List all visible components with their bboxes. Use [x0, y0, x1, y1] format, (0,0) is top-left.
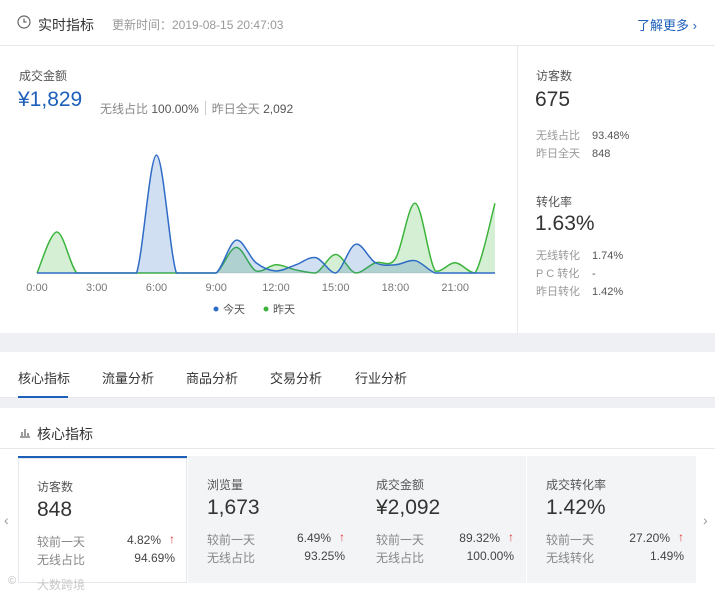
tab-product-analysis[interactable]: 商品分析	[186, 368, 238, 387]
metric-label: 访客数	[37, 480, 74, 494]
metric-card-sales[interactable]: 成交金额 ¥2,092 较前一天 89.32% ↑ 无线占比 100.00%	[357, 456, 526, 583]
learn-more-link[interactable]: 了解更多 ›	[637, 15, 697, 34]
conversion-row: P C 转化 -	[536, 268, 596, 280]
metric-value: 848	[37, 498, 73, 521]
sales-label: 成交金额	[19, 69, 68, 83]
legend-label: 今天	[223, 302, 245, 316]
legend-dot	[263, 306, 269, 312]
realtime-title: 实时指标	[38, 17, 94, 33]
yesterday-total-value: 2,092	[263, 102, 294, 116]
chevron-left-icon[interactable]: ‹	[4, 512, 9, 528]
visitors-row: 无线占比 93.48%	[536, 130, 630, 142]
x-tick-label: 15:00	[322, 282, 350, 294]
metric-card-visitors[interactable]: 访客数 848 较前一天 4.82% ↑ 无线占比 94.69%	[18, 456, 187, 583]
arrow-up-icon: ↑	[339, 530, 345, 544]
x-tick-label: 12:00	[262, 282, 290, 294]
conversion-row: 昨日转化 1.42%	[536, 286, 624, 298]
arrow-up-icon: ↑	[169, 532, 175, 546]
visitors-label: 访客数	[536, 69, 573, 83]
metric-share-row: 无线转化 1.49%	[546, 549, 684, 565]
metric-change-row: 较前一天 6.49% ↑	[207, 530, 345, 547]
conversion-value: 1.63%	[535, 212, 595, 235]
sales-trend-chart: 0:00 3:00 6:00 9:00 12:00 15:00 18:00 21:00 今天 昨天	[26, 154, 496, 316]
realtime-panel: 实时指标 更新时间：2019-08-15 20:47:03 了解更多 › 成交金…	[0, 0, 715, 333]
x-tick-label: 6:00	[146, 282, 167, 294]
yesterday-total-label: 昨日全天	[211, 102, 260, 116]
x-tick-label: 3:00	[86, 282, 107, 294]
conversion-row: 无线转化 1.74%	[536, 250, 624, 262]
legend-label: 昨天	[273, 303, 295, 316]
x-tick-label: 21:00	[441, 282, 469, 294]
metric-card-conversion[interactable]: 成交转化率 1.42% 较前一天 27.20% ↑ 无线转化 1.49%	[527, 456, 696, 583]
metric-value: 1,673	[207, 496, 260, 519]
bar-chart-icon	[20, 429, 30, 438]
clock-icon	[17, 15, 31, 29]
divider	[0, 448, 715, 449]
metric-label: 成交转化率	[546, 478, 607, 492]
chevron-right-icon[interactable]: ›	[703, 512, 708, 528]
x-tick-label: 9:00	[206, 282, 227, 294]
analysis-tabs: 核心指标 流量分析 商品分析 交易分析 行业分析	[0, 352, 715, 398]
conversion-label: 转化率	[536, 195, 573, 209]
tab-core-metrics[interactable]: 核心指标	[18, 368, 70, 387]
visitors-row: 昨日全天 848	[536, 148, 611, 160]
metric-value: 1.42%	[546, 496, 606, 519]
tab-traffic-analysis[interactable]: 流量分析	[102, 368, 154, 387]
core-metrics-title: 核心指标	[37, 426, 93, 442]
arrow-up-icon: ↑	[678, 530, 684, 544]
metric-label: 成交金额	[376, 478, 425, 492]
legend-dot	[213, 306, 219, 312]
tab-transaction-analysis[interactable]: 交易分析	[270, 368, 322, 387]
realtime-header: 实时指标 更新时间：2019-08-15 20:47:03 了解更多 ›	[0, 0, 715, 46]
metric-share-row: 无线占比 94.69%	[37, 551, 175, 567]
metric-share-row: 无线占比 100.00%	[376, 549, 514, 565]
metric-change-row: 较前一天 4.82% ↑	[37, 532, 175, 549]
metric-change-row: 较前一天 27.20% ↑	[546, 530, 684, 547]
visitors-value: 675	[535, 88, 571, 111]
metric-card-pageviews[interactable]: 浏览量 1,673 较前一天 6.49% ↑ 无线占比 93.25%	[188, 456, 357, 583]
watermark-icon: ©	[8, 575, 17, 587]
metric-change-row: 较前一天 89.32% ↑	[376, 530, 514, 547]
update-time: 更新时间：2019-08-15 20:47:03	[112, 18, 284, 32]
wireless-share-value: 100.00%	[151, 102, 199, 116]
metric-share-row: 无线占比 93.25%	[207, 549, 345, 565]
sales-meta: 无线占比 100.00% 昨日全天 2,092	[100, 100, 293, 117]
x-tick-label: 18:00	[382, 282, 410, 294]
sales-value: ¥1,829	[18, 88, 83, 111]
active-tab-indicator	[18, 396, 68, 398]
tab-industry-analysis[interactable]: 行业分析	[355, 368, 407, 387]
arrow-up-icon: ↑	[508, 530, 514, 544]
x-tick-label: 0:00	[26, 282, 47, 294]
metric-label: 浏览量	[207, 478, 244, 492]
divider	[517, 46, 518, 333]
watermark-text: 大数跨境	[37, 578, 86, 592]
metric-value: ¥2,092	[376, 496, 441, 519]
wireless-share-label: 无线占比	[100, 102, 149, 116]
